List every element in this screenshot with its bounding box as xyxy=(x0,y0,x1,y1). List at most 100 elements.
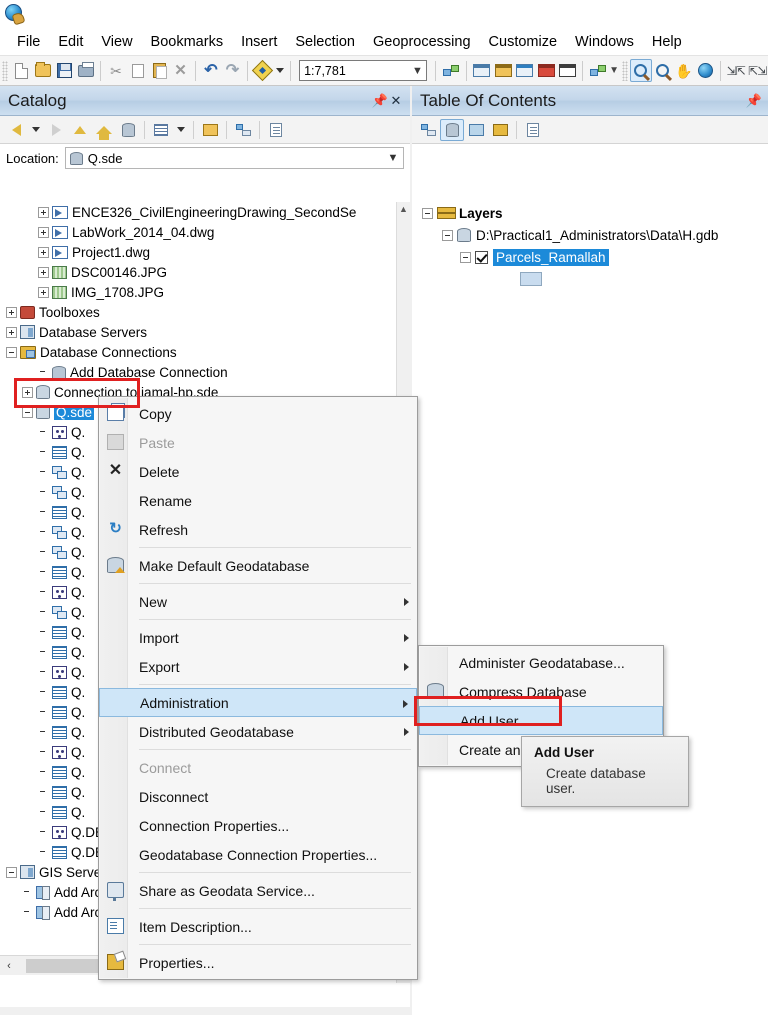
add-data-button[interactable] xyxy=(252,59,274,82)
catalog-window-button[interactable] xyxy=(492,59,514,82)
tree-expand-toggle[interactable] xyxy=(38,206,49,218)
undo-button[interactable]: ↶ xyxy=(200,59,222,82)
tree-expand-toggle[interactable] xyxy=(6,326,17,338)
context-menu-item-properties[interactable]: Properties... xyxy=(99,948,417,977)
context-menu-item-geodatabase-connection-properties[interactable]: Geodatabase Connection Properties... xyxy=(99,840,417,869)
toc-layers-row[interactable]: Layers xyxy=(412,202,768,224)
arctoolbox-button[interactable] xyxy=(535,59,557,82)
up-one-level-button[interactable] xyxy=(68,119,92,141)
context-menu-item-make-default-geodatabase[interactable]: Make Default Geodatabase xyxy=(99,551,417,580)
catalog-tree-row[interactable]: Toolboxes xyxy=(0,302,396,322)
layer-symbol-swatch[interactable] xyxy=(520,272,542,286)
tree-expand-toggle[interactable] xyxy=(38,246,49,258)
context-menu-item-new[interactable]: New xyxy=(99,587,417,616)
context-menu-item-delete[interactable]: ✕ Delete xyxy=(99,457,417,486)
home-button[interactable] xyxy=(92,119,116,141)
tree-expand-toggle[interactable] xyxy=(6,306,17,318)
pan-button[interactable]: ✋ xyxy=(673,59,695,82)
catalog-tree-row[interactable]: Add Database Connection xyxy=(0,362,396,382)
menu-file[interactable]: File xyxy=(8,31,49,53)
context-menu-item-rename[interactable]: Rename xyxy=(99,486,417,515)
model-builder-button[interactable] xyxy=(587,59,609,82)
default-geodatabase-button[interactable] xyxy=(116,119,140,141)
toc-layer-row[interactable]: Parcels_Ramallah xyxy=(412,246,768,268)
menu-help[interactable]: Help xyxy=(643,31,691,53)
pin-icon[interactable]: 📌 xyxy=(746,93,762,109)
tree-expand-toggle[interactable] xyxy=(22,386,33,398)
context-menu-item-refresh[interactable]: ↻ Refresh xyxy=(99,515,417,544)
add-data-dropdown[interactable] xyxy=(274,59,287,82)
toc-gdb-row[interactable]: D:\Practical1_Administrators\Data\H.gdb xyxy=(412,224,768,246)
catalog-tree-row[interactable]: IMG_1708.JPG xyxy=(0,282,396,302)
context-menu-item-distributed-geodatabase[interactable]: Distributed Geodatabase xyxy=(99,717,417,746)
context-menu-item-item-description[interactable]: Item Description... xyxy=(99,912,417,941)
contents-view-button[interactable] xyxy=(149,119,173,141)
context-menu-item-export[interactable]: Export xyxy=(99,652,417,681)
tree-expand-toggle[interactable] xyxy=(6,866,17,878)
layer-visibility-checkbox[interactable] xyxy=(475,250,488,264)
toggle-tree-button[interactable] xyxy=(231,119,255,141)
chevron-down-icon[interactable]: ▼ xyxy=(408,65,426,77)
item-description-button[interactable] xyxy=(264,119,288,141)
cut-button[interactable]: ✂ xyxy=(105,59,127,82)
menu-customize[interactable]: Customize xyxy=(480,31,567,53)
location-input[interactable]: Q.sde ▼ xyxy=(64,147,404,169)
toc-symbol-row[interactable] xyxy=(412,268,768,290)
tree-expand-toggle[interactable] xyxy=(6,346,17,358)
fixed-zoom-in-button[interactable]: ⇲⇱ xyxy=(725,59,747,82)
back-button[interactable] xyxy=(4,119,28,141)
map-scale-combo[interactable]: 1:7,781 ▼ xyxy=(299,60,428,81)
tree-expand-toggle[interactable] xyxy=(22,406,33,418)
forward-button[interactable] xyxy=(44,119,68,141)
catalog-tree-row[interactable]: Database Servers xyxy=(0,322,396,342)
submenu-item-compress-database[interactable]: Compress Database xyxy=(419,677,663,706)
print-button[interactable] xyxy=(75,59,97,82)
scroll-left-button[interactable]: ‹ xyxy=(0,960,18,972)
context-menu-item-share-as-geodata-service[interactable]: Share as Geodata Service... xyxy=(99,876,417,905)
catalog-tree-row[interactable]: Project1.dwg xyxy=(0,242,396,262)
pin-icon[interactable]: 📌 xyxy=(372,93,388,109)
tree-expand-toggle[interactable] xyxy=(38,266,49,278)
editor-toolbar-button[interactable] xyxy=(440,59,462,82)
menu-bookmarks[interactable]: Bookmarks xyxy=(142,31,233,53)
scroll-up-button[interactable]: ▲ xyxy=(397,202,410,216)
catalog-tree-row[interactable]: Database Connections xyxy=(0,342,396,362)
close-icon[interactable]: ✕ xyxy=(388,93,404,109)
context-menu-item-connection-properties[interactable]: Connection Properties... xyxy=(99,811,417,840)
context-menu-item-import[interactable]: Import xyxy=(99,623,417,652)
toolbar-overflow-button[interactable]: ▼ xyxy=(609,59,620,82)
list-by-drawing-order-button[interactable] xyxy=(416,119,440,141)
list-by-selection-button[interactable] xyxy=(488,119,512,141)
redo-button[interactable]: ↷ xyxy=(222,59,244,82)
context-menu-item-copy[interactable]: Copy xyxy=(99,399,417,428)
menu-insert[interactable]: Insert xyxy=(232,31,286,53)
zoom-out-button[interactable] xyxy=(652,59,674,82)
toolbar-grip[interactable] xyxy=(621,60,628,81)
new-map-button[interactable] xyxy=(10,59,32,82)
collapse-toggle[interactable] xyxy=(442,229,453,241)
python-window-button[interactable] xyxy=(557,59,579,82)
submenu-item-administer-geodatabase[interactable]: Administer Geodatabase... xyxy=(419,648,663,677)
fixed-zoom-out-button[interactable]: ⇱⇲ xyxy=(746,59,768,82)
submenu-item-add-user[interactable]: Add User xyxy=(419,706,663,735)
chevron-down-icon[interactable]: ▼ xyxy=(383,152,403,164)
open-button[interactable] xyxy=(32,59,54,82)
catalog-tree-row[interactable]: LabWork_2014_04.dwg xyxy=(0,222,396,242)
save-button[interactable] xyxy=(53,59,75,82)
table-of-contents-button[interactable] xyxy=(471,59,493,82)
tree-expand-toggle[interactable] xyxy=(38,286,49,298)
catalog-tree-row[interactable]: DSC00146.JPG xyxy=(0,262,396,282)
paste-button[interactable] xyxy=(148,59,170,82)
toolbar-grip[interactable] xyxy=(2,60,9,81)
copy-button[interactable] xyxy=(127,59,150,82)
context-menu-item-administration[interactable]: Administration xyxy=(99,688,417,717)
list-by-visibility-button[interactable] xyxy=(464,119,488,141)
connect-folder-button[interactable] xyxy=(198,119,222,141)
menu-view[interactable]: View xyxy=(92,31,141,53)
menu-edit[interactable]: Edit xyxy=(49,31,92,53)
toc-options-button[interactable] xyxy=(521,119,545,141)
full-extent-button[interactable] xyxy=(695,59,717,82)
menu-selection[interactable]: Selection xyxy=(286,31,364,53)
search-window-button[interactable] xyxy=(514,59,536,82)
context-menu-item-disconnect[interactable]: Disconnect xyxy=(99,782,417,811)
